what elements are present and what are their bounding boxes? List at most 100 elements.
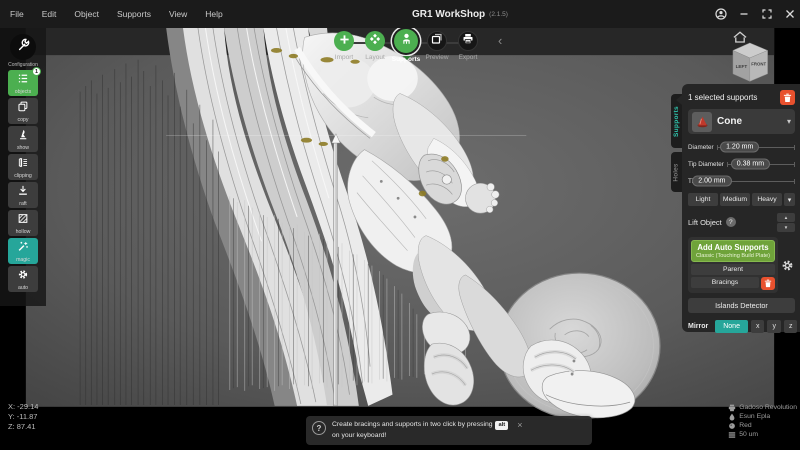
export-printer-icon xyxy=(462,32,474,50)
material-droplet-icon xyxy=(728,413,736,421)
title-bar: File Edit Object Supports View Help GR1 … xyxy=(0,0,800,28)
objects-list-icon xyxy=(17,71,29,89)
menu-help[interactable]: Help xyxy=(205,9,222,19)
auto-gear-icon xyxy=(17,267,29,285)
support-type-select[interactable]: Cone ▾ xyxy=(688,109,795,134)
auto-supports-group: Add Auto Supports Classic (Touching Buil… xyxy=(688,237,795,293)
add-auto-supports-sublabel: Classic (Touching Build Plate) xyxy=(693,253,773,259)
type-select-caret-icon: ▾ xyxy=(787,117,791,126)
hint-text-after: on your keyboard! xyxy=(332,432,386,439)
mirror-row: Mirror None x y z xyxy=(688,320,795,333)
tip-diameter-value[interactable]: 0.38 mm xyxy=(731,159,770,170)
raft-down-arrow-icon xyxy=(17,183,29,201)
lift-up-button[interactable]: ▲ xyxy=(777,213,795,222)
menu-bar: File Edit Object Supports View Help xyxy=(10,0,223,28)
mirror-y-button[interactable]: y xyxy=(767,320,781,333)
tip-diameter-slider-row: Tip Diameter 0.38 mm xyxy=(688,156,795,172)
printer-name: Gadoso Revolution xyxy=(739,404,797,411)
minimize-icon[interactable] xyxy=(738,8,750,20)
menu-object[interactable]: Object xyxy=(74,9,99,19)
islands-detector-button[interactable]: Islands Detector xyxy=(688,298,795,313)
supports-icon xyxy=(400,32,413,50)
preset-row: Light Medium Heavy ▾ xyxy=(688,193,795,206)
viewport-3d[interactable]: LEFT FRONT xyxy=(0,28,800,433)
app-title-text: GR1 WorkShop xyxy=(412,9,485,20)
supports-pointer xyxy=(403,56,411,60)
printer-icon xyxy=(728,404,736,412)
toolbar-export[interactable]: Export xyxy=(448,29,488,61)
diameter-label: Diameter xyxy=(688,144,714,151)
status-color-row: Red xyxy=(728,421,797,430)
left-sidebar: Configuration 1 objects copy show clippi… xyxy=(0,28,46,306)
add-auto-supports-button[interactable]: Add Auto Supports Classic (Touching Buil… xyxy=(691,240,775,262)
account-icon[interactable] xyxy=(715,8,727,20)
sidebar-item-raft[interactable]: raft xyxy=(8,182,38,208)
selected-supports-count: 1 selected supports xyxy=(688,93,757,102)
auto-supports-settings-gear-icon[interactable] xyxy=(780,237,795,293)
preset-light-button[interactable]: Light xyxy=(688,193,718,206)
tip-value[interactable]: 2.00 mm xyxy=(692,176,731,187)
menu-supports[interactable]: Supports xyxy=(117,9,151,19)
menu-view[interactable]: View xyxy=(169,9,187,19)
toolbar-export-label: Export xyxy=(448,54,488,61)
bracings-button[interactable]: Bracings xyxy=(691,277,759,288)
objects-count-badge: 1 xyxy=(32,67,41,76)
tab-holes-label: Holes xyxy=(673,163,680,181)
hint-close-icon[interactable]: × xyxy=(517,420,522,441)
copy-icon xyxy=(17,99,29,117)
sidebar-item-objects[interactable]: 1 objects xyxy=(8,70,38,96)
bracings-trash-icon[interactable] xyxy=(761,277,775,290)
status-material-row: Esun Epla xyxy=(728,412,797,421)
print-setup-status: Gadoso Revolution Esun Epla Red 50 um xyxy=(728,403,797,439)
cone-icon xyxy=(692,112,712,132)
maximize-icon[interactable] xyxy=(761,8,773,20)
mirror-x-button[interactable]: x xyxy=(751,320,765,333)
view-cube[interactable]: LEFT FRONT xyxy=(733,43,768,81)
close-icon[interactable] xyxy=(784,8,796,20)
tip-slider-row: Tip 2.00 mm xyxy=(688,173,795,189)
sidebar-hollow-label: hollow xyxy=(16,230,31,235)
layout-icon xyxy=(369,32,381,50)
app-window: LEFT FRONT File Edit Object Supports Vie… xyxy=(0,0,800,450)
help-question-icon: ? xyxy=(312,421,326,435)
sidebar-item-clipping[interactable]: clipping xyxy=(8,154,38,180)
lift-object-row: Lift Object ? ▲ ▼ xyxy=(688,211,795,233)
color-swatch-icon xyxy=(728,422,736,430)
view-cube-front-label: FRONT xyxy=(751,61,766,66)
delete-selected-trash-icon[interactable] xyxy=(780,90,795,105)
coord-x: X: -29.14 xyxy=(8,402,38,412)
menu-edit[interactable]: Edit xyxy=(42,9,57,19)
sidebar-auto-label: auto xyxy=(18,286,28,291)
status-layer-row: 50 um xyxy=(728,430,797,439)
menu-file[interactable]: File xyxy=(10,9,24,19)
cursor-coordinates: X: -29.14 Y: -11.87 Z: 87.41 xyxy=(8,402,38,431)
sidebar-item-show[interactable]: show xyxy=(8,126,38,152)
mirror-none-button[interactable]: None xyxy=(715,320,748,333)
lift-help-icon[interactable]: ? xyxy=(726,217,736,227)
sidebar-item-magic[interactable]: magic xyxy=(8,238,38,264)
mirror-z-button[interactable]: z xyxy=(784,320,798,333)
lift-down-button[interactable]: ▼ xyxy=(777,223,795,232)
hint-tooltip: ? Create bracings and supports in two cl… xyxy=(306,416,592,445)
preset-heavy-button[interactable]: Heavy xyxy=(752,193,782,206)
preset-medium-button[interactable]: Medium xyxy=(720,193,750,206)
toolbar-collapse-chevron[interactable]: ‹ xyxy=(498,33,502,48)
sidebar-item-auto[interactable]: auto xyxy=(8,266,38,292)
sidebar-clipping-label: clipping xyxy=(14,174,32,179)
sidebar-magic-label: magic xyxy=(16,258,30,263)
diameter-value[interactable]: 1.20 mm xyxy=(720,142,759,153)
coord-y: Y: -11.87 xyxy=(8,412,38,422)
preset-caret-icon[interactable]: ▾ xyxy=(784,193,795,206)
sidebar-item-hollow[interactable]: hollow xyxy=(8,210,38,236)
supports-panel: Supports Holes 1 selected supports Cone … xyxy=(682,84,800,332)
wrench-icon xyxy=(17,38,30,56)
tab-holes[interactable]: Holes xyxy=(671,152,682,192)
layer-height-value: 50 um xyxy=(739,431,758,438)
sidebar-item-copy[interactable]: copy xyxy=(8,98,38,124)
support-type-value: Cone xyxy=(717,116,782,127)
configuration-button[interactable] xyxy=(10,34,36,60)
view-cube-left-label: LEFT xyxy=(736,64,748,69)
tab-supports-label: Supports xyxy=(673,106,680,137)
parent-button[interactable]: Parent xyxy=(691,264,775,275)
sidebar-objects-label: objects xyxy=(15,90,31,95)
